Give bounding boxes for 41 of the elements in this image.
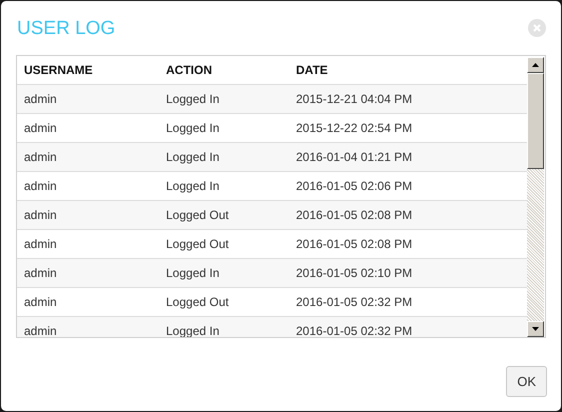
scroll-thumb[interactable] [527,73,544,169]
scroll-up-button[interactable] [527,57,544,73]
table-cell-text: admin [24,91,58,108]
table-cell-text: 2015-12-21 04:04 PM [296,91,414,108]
table-row[interactable]: admin Logged In 2015-12-21 04:04 PM [17,85,527,114]
table-row[interactable]: admin Logged Out 2016-01-05 02:08 PM [17,201,527,230]
table-cell-text: Logged In [166,178,220,195]
table-cell-text: 2016-01-05 02:06 PM [296,178,414,195]
scrollbar[interactable] [527,57,544,337]
table-cell-text: 2016-01-04 01:21 PM [296,149,414,166]
table-cell-text: Logged In [166,91,220,108]
table-cell-text: 2016-01-05 02:08 PM [296,207,414,224]
table-cell-text: Logged In [166,149,220,166]
table-cell-text: admin [24,323,58,337]
table-cell-text: admin [24,265,58,282]
table-cell-text: Logged Out [166,236,230,253]
table-cell-text: admin [24,178,58,195]
table-cell-text: Logged Out [166,294,230,311]
table-cell-text: admin [24,207,58,224]
dialog-title: USER LOG [17,18,116,38]
up-arrow-icon [532,63,539,67]
table-cell-text: 2015-12-22 02:54 PM [296,120,414,137]
table-cell-text: 2016-01-05 02:32 PM [296,294,414,311]
table-cell-text: 2016-01-05 02:08 PM [296,236,414,253]
table-cell-text: admin [24,294,58,311]
table-cell-text: 2016-01-05 02:10 PM [296,265,414,282]
table-cell-text: 2016-01-05 02:32 PM [296,323,414,337]
column-header: DATE [296,62,329,79]
table-row[interactable]: admin Logged In 2016-01-04 01:21 PM [17,143,527,172]
column-header: USERNAME [24,62,94,79]
table-row[interactable]: admin Logged In 2016-01-05 02:10 PM [17,259,527,288]
table-cell-text: Logged In [166,120,220,137]
table-cell-text: Logged Out [166,207,230,224]
table-cell-text: admin [24,149,58,166]
ok-button[interactable]: OK [506,366,547,397]
column-header: ACTION [166,62,213,79]
scroll-down-button[interactable] [527,321,544,337]
table-cell-text: Logged In [166,265,220,282]
table-cell-text: admin [24,120,58,137]
down-arrow-icon [532,327,539,331]
table-cell-text: admin [24,236,58,253]
